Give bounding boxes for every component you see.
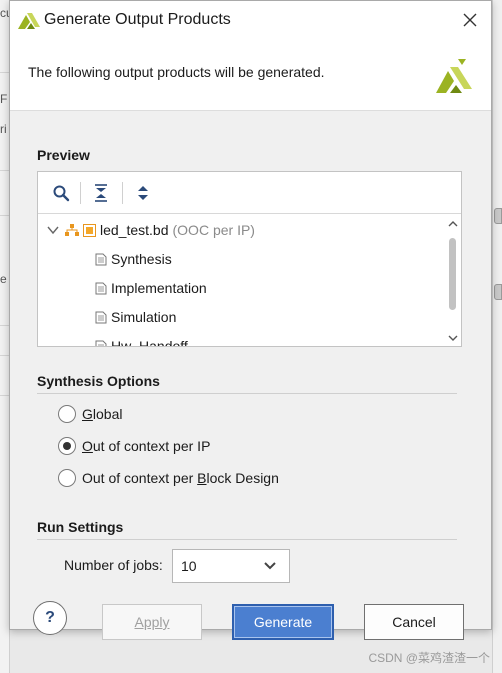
generate-button[interactable]: Generate: [232, 604, 334, 640]
tree-item[interactable]: Synthesis: [95, 245, 172, 273]
document-icon: [95, 253, 107, 266]
jobs-value: 10: [181, 558, 197, 574]
radio-button[interactable]: [58, 437, 76, 455]
radio-out-of-context-per-ip[interactable]: Out of context per IP: [58, 437, 210, 455]
radio-label: Out of context per IP: [82, 438, 211, 454]
watermark: CSDN @菜鸡渣渣一个: [368, 651, 490, 665]
tree-item-label: Hw_Handoff: [111, 338, 188, 346]
hierarchy-icon: [65, 224, 79, 236]
tree-item-label: Synthesis: [111, 251, 172, 267]
chevron-up-icon: [448, 221, 457, 227]
cancel-button[interactable]: Cancel: [364, 604, 464, 640]
scroll-down-button[interactable]: [444, 330, 461, 346]
preview-section-title: Preview: [37, 147, 90, 163]
background-window-right: [492, 0, 502, 673]
tree-root-label: led_test.bd: [100, 222, 169, 238]
radio-label: Out of context per Block Design: [82, 470, 279, 486]
tree-item-label: Simulation: [111, 309, 177, 325]
number-of-jobs-label: Number of jobs:: [64, 557, 163, 573]
search-button[interactable]: [48, 180, 74, 206]
chevron-down-icon: [264, 562, 276, 570]
document-icon: [95, 340, 107, 346]
vivado-logo-icon: [18, 13, 40, 29]
title-bar: Generate Output Products: [10, 1, 491, 39]
radio-label: Global: [82, 406, 123, 422]
expand-all-icon: [138, 186, 148, 200]
search-icon: [53, 185, 70, 202]
dialog-header: The following output products will be ge…: [10, 39, 491, 111]
expand-all-button[interactable]: [130, 180, 156, 206]
header-description: The following output products will be ge…: [28, 64, 325, 80]
apply-button[interactable]: Apply: [102, 604, 202, 640]
generate-output-products-dialog: Generate Output Products The following o…: [9, 0, 492, 640]
document-icon: [95, 311, 107, 324]
dialog-title: Generate Output Products: [44, 11, 231, 28]
tree-item-label: Implementation: [111, 280, 207, 296]
collapse-all-icon: [95, 184, 107, 202]
collapse-all-button[interactable]: [88, 180, 114, 206]
tree-item[interactable]: Implementation: [95, 274, 207, 302]
preview-toolbar: [38, 172, 461, 214]
radio-global[interactable]: Global: [58, 405, 122, 423]
synthesis-options-title: Synthesis Options: [37, 373, 160, 389]
document-icon: [95, 282, 107, 295]
output-products-tree: led_test.bd (OOC per IP) Synthesis Imple…: [38, 216, 444, 346]
close-icon: [463, 13, 477, 27]
scroll-up-button[interactable]: [444, 216, 461, 232]
tree-root-row[interactable]: led_test.bd (OOC per IP): [46, 216, 255, 244]
block-design-icon: [83, 223, 96, 237]
close-button[interactable]: [457, 7, 483, 33]
preview-panel: led_test.bd (OOC per IP) Synthesis Imple…: [37, 171, 462, 347]
run-settings-title: Run Settings: [37, 519, 124, 535]
radio-button[interactable]: [58, 405, 76, 423]
scroll-thumb[interactable]: [449, 238, 456, 310]
chevron-down-icon: [448, 335, 457, 341]
xilinx-logo-icon: [436, 59, 472, 93]
number-of-jobs-select[interactable]: 10: [172, 549, 290, 583]
tree-root-suffix: (OOC per IP): [172, 222, 255, 238]
chevron-down-icon[interactable]: [46, 223, 60, 237]
radio-out-of-context-per-block-design[interactable]: Out of context per Block Design: [58, 469, 279, 487]
tree-scrollbar[interactable]: [444, 216, 461, 346]
help-button[interactable]: ?: [33, 601, 67, 635]
radio-button[interactable]: [58, 469, 76, 487]
tree-item[interactable]: Simulation: [95, 303, 176, 331]
tree-item[interactable]: Hw_Handoff: [95, 332, 188, 346]
